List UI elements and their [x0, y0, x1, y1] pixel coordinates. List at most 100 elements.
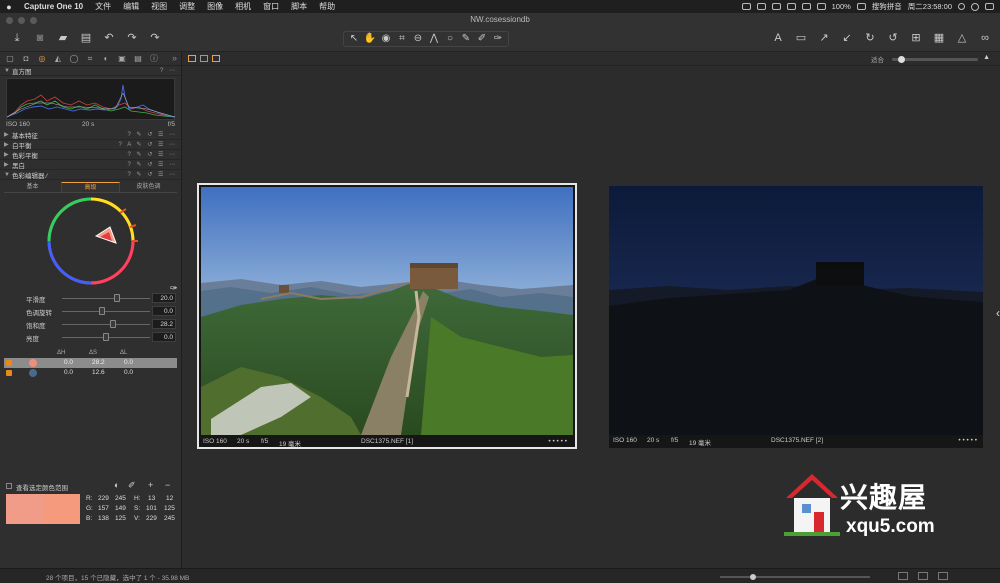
menu-edit[interactable]: 编辑: [117, 1, 145, 12]
apply-adjust-icon[interactable]: ↙: [840, 31, 854, 45]
zoom-max-icon[interactable]: ▲: [983, 54, 990, 61]
section-black-white[interactable]: ▶ 黑白 ? ✎ ↺ ☰ ⋯: [0, 160, 181, 170]
wifi-icon[interactable]: [801, 3, 811, 10]
section-histogram[interactable]: ▼ 直方图 ? ⋯: [0, 66, 181, 76]
notification-icon[interactable]: [985, 3, 994, 10]
section-actions[interactable]: ? ✎ ↺ ☰ ⋯: [128, 151, 177, 158]
trash-icon[interactable]: ▤: [79, 31, 93, 45]
battery-icon[interactable]: [856, 3, 866, 10]
grid-view-icon[interactable]: [898, 572, 908, 580]
section-color-editor[interactable]: ▼ 色彩编辑器 ⁄ ? ✎ ↺ ☰ ⋯: [0, 170, 181, 180]
local-tab-icon[interactable]: ▣: [117, 54, 127, 63]
collapse-panel-icon[interactable]: »: [172, 53, 177, 63]
glasses-icon[interactable]: ∞: [978, 31, 992, 45]
slider-thumb[interactable]: [110, 320, 117, 328]
picker-icon[interactable]: ✐: [476, 32, 488, 46]
slider-thumb[interactable]: [103, 333, 109, 341]
picker-plus-icon[interactable]: ✐: [128, 480, 136, 491]
slider-track[interactable]: [62, 298, 150, 299]
color-range-row[interactable]: 0.0 12.6 0.0: [4, 368, 177, 378]
slider-value[interactable]: 0.0: [152, 306, 176, 316]
section-actions[interactable]: ? ✎ ↺ ☰ ⋯: [128, 131, 177, 138]
lens-tab-icon[interactable]: ◯: [69, 54, 79, 63]
zoom-fit-label[interactable]: 适合: [871, 54, 884, 64]
eraser-icon[interactable]: ✑: [492, 32, 504, 46]
slider-thumb[interactable]: [750, 574, 756, 580]
slider-track[interactable]: [62, 324, 150, 325]
redo-alt-icon[interactable]: ↷: [148, 31, 162, 45]
stack-icon[interactable]: ▭: [794, 31, 808, 45]
slider-value[interactable]: 20.0: [152, 293, 176, 303]
color-wheel-icon[interactable]: ◐: [114, 480, 119, 490]
tray-icon-3[interactable]: [771, 3, 781, 10]
color-range-row[interactable]: 0.0 28.2 0.0: [4, 358, 177, 368]
section-actions[interactable]: ? A ✎ ↺ ☰ ⋯: [119, 141, 177, 148]
spot-icon[interactable]: ○: [444, 32, 456, 46]
cursor-icon[interactable]: ↖: [348, 32, 360, 46]
input-method[interactable]: 搜狗拼音: [872, 1, 902, 12]
zoom-thumb[interactable]: [898, 56, 905, 63]
apple-icon[interactable]: ●: [0, 2, 18, 12]
photo-rating[interactable]: • • • • •: [958, 437, 977, 444]
section-color-balance[interactable]: ▶ 色彩平衡 ? ✎ ↺ ☰ ⋯: [0, 150, 181, 160]
saturation-slider[interactable]: 饱和度 28.2: [6, 319, 176, 331]
slider-value[interactable]: 0.0: [152, 332, 176, 342]
library-tab-icon[interactable]: ▢: [5, 54, 15, 63]
section-base-characteristics[interactable]: ▶ 基本特征 ? ✎ ↺ ☰ ⋯: [0, 130, 181, 140]
hue-rotation-slider[interactable]: 色调旋转 0.0: [6, 306, 176, 318]
import-icon[interactable]: ⤓: [10, 31, 24, 45]
warning-icon[interactable]: △: [955, 31, 969, 45]
photo-image[interactable]: [609, 186, 983, 435]
section-actions[interactable]: ? ✎ ↺ ☰ ⋯: [128, 161, 177, 168]
range-color-dot[interactable]: [29, 369, 37, 377]
menu-help[interactable]: 帮助: [313, 1, 341, 12]
section-actions[interactable]: ? ✎ ↺ ☰ ⋯: [128, 171, 177, 178]
compare-icon[interactable]: ⊞: [909, 31, 923, 45]
section-actions[interactable]: ? ⋯: [160, 67, 177, 74]
menu-script[interactable]: 脚本: [285, 1, 313, 12]
menu-view[interactable]: 视图: [145, 1, 173, 12]
slider-thumb[interactable]: [113, 294, 120, 302]
straighten-icon[interactable]: ⊖: [412, 32, 424, 46]
copy-adjust-icon[interactable]: ↗: [817, 31, 831, 45]
compare-view-icon[interactable]: [212, 55, 220, 62]
slider-value[interactable]: 28.2: [152, 319, 176, 329]
menu-file[interactable]: 文件: [89, 1, 117, 12]
grid-icon[interactable]: ▦: [932, 31, 946, 45]
filmstrip-icon[interactable]: [938, 572, 948, 580]
tab-advanced[interactable]: 高级: [61, 182, 120, 192]
lightness-slider[interactable]: 亮度 0.0: [6, 332, 176, 344]
menu-window[interactable]: 窗口: [257, 1, 285, 12]
tray-icon-2[interactable]: [756, 3, 766, 10]
composition-tab-icon[interactable]: ⌗: [85, 54, 95, 64]
single-view-icon[interactable]: [200, 55, 208, 62]
thumbnail-size-slider[interactable]: [720, 574, 870, 580]
photo-rating[interactable]: • • • • •: [548, 438, 567, 445]
smoothness-slider[interactable]: 平滑度 20.0: [6, 293, 176, 305]
redo-icon[interactable]: ↷: [125, 31, 139, 45]
range-checkbox[interactable]: [6, 370, 12, 376]
range-checkbox[interactable]: [6, 360, 12, 366]
add-icon[interactable]: +: [148, 480, 153, 490]
slider-track[interactable]: [62, 311, 150, 312]
loupe-icon[interactable]: ◉: [380, 32, 392, 46]
camera-icon[interactable]: ◙: [33, 31, 47, 45]
show-range-checkbox[interactable]: [6, 483, 12, 489]
battery-percent[interactable]: 100%: [832, 2, 851, 11]
color-tab-icon[interactable]: ◎: [37, 54, 47, 63]
menu-camera[interactable]: 相机: [229, 1, 257, 12]
volume-icon[interactable]: [816, 3, 826, 10]
menu-adjust[interactable]: 调整: [173, 1, 201, 12]
rotate-icon[interactable]: ↻: [863, 31, 877, 45]
metadata-tab-icon[interactable]: ▤: [133, 54, 143, 63]
undo-icon[interactable]: ↶: [102, 31, 116, 45]
brush-icon[interactable]: ✎: [460, 32, 472, 46]
capture-tab-icon[interactable]: ◘: [21, 54, 31, 63]
exposure-tab-icon[interactable]: ◭: [53, 54, 63, 63]
slider-thumb[interactable]: [98, 307, 105, 315]
user-icon[interactable]: [971, 2, 979, 11]
list-view-icon[interactable]: [918, 572, 928, 580]
menu-image[interactable]: 图像: [201, 1, 229, 12]
search-icon[interactable]: [958, 3, 965, 10]
tab-skin-tone[interactable]: 皮肤色调: [120, 182, 177, 192]
